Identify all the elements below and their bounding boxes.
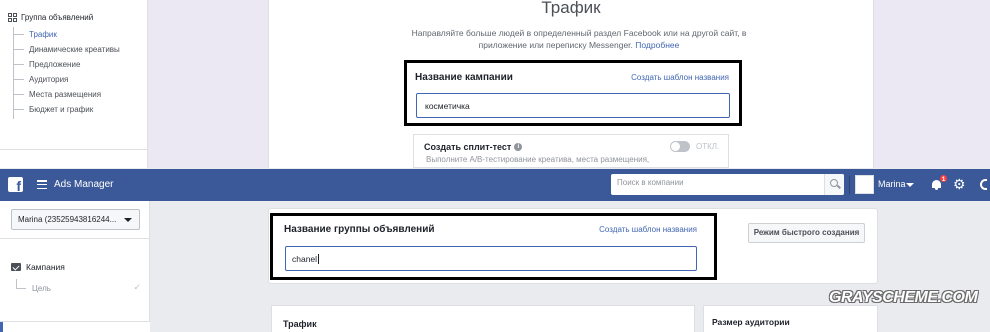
menu-icon[interactable] [37,180,47,189]
tree-item-campaign[interactable]: Кампания [11,262,65,272]
app-title: Ads Manager [54,179,114,190]
campaign-name-section: Название кампании Создать шаблон названи… [404,60,742,126]
sidebar-divider [0,149,148,150]
account-selector[interactable]: Marina (23525943816244... [11,209,140,230]
create-name-template-link[interactable]: Создать шаблон названия [631,73,729,82]
adset-group-title: Группа объявлений [21,13,94,22]
traffic-section-title: Трафик [283,319,317,329]
facebook-logo-icon[interactable]: f [8,177,23,193]
split-test-toggle[interactable] [670,141,690,152]
avatar[interactable] [855,175,874,194]
audience-size-section: Размер аудитории [703,305,878,332]
help-icon[interactable] [980,179,987,190]
adset-grid-icon [8,13,17,22]
company-search [611,174,844,195]
sidebar-divider [0,238,150,239]
notification-badge: 1 [939,174,948,183]
sidebar-item-offer[interactable]: Предложение [13,57,143,72]
objective-title: Трафик [541,0,601,17]
create-name-template-link[interactable]: Создать шаблон названия [599,225,697,234]
sidebar-item-audience[interactable]: Аудитория [13,72,143,87]
adset-sidebar: Группа объявлений Трафик Динамические кр… [0,0,148,168]
adset-name-label: Название группы объявлений [284,224,435,235]
split-test-description: Выполните A/B-тестирование креатива, мес… [426,155,650,164]
objective-description: Направляйте больше людей в определенный … [409,27,749,51]
split-test-section: Создать сплит-тест i Выполните A/B-тести… [413,134,729,168]
split-test-toggle-state: ОТКЛ. [696,142,720,151]
adset-group-heading[interactable]: Группа объявлений [8,13,93,22]
chevron-down-icon[interactable] [906,183,914,187]
objective-description-text: Направляйте больше людей в определенный … [411,28,747,50]
campaign-tree-sidebar: Marina (23525943816244... Кампания Цель … [0,201,150,332]
user-name[interactable]: Marina [878,179,906,189]
split-test-heading: Создать сплит-тест i [424,142,523,152]
sidebar-item-dynamic-creatives[interactable]: Динамические креативы [13,42,143,57]
adset-name-value: chanel [292,254,320,264]
audience-size-title: Размер аудитории [712,317,790,327]
tree-item-campaign-label: Кампания [26,262,65,272]
adset-name-section: Название группы объявлений Создать шабло… [270,213,717,280]
search-icon[interactable] [824,174,844,195]
campaign-name-input[interactable]: косметичка [416,93,730,118]
sidebar-item-traffic[interactable]: Трафик [13,27,143,42]
quick-creation-button[interactable]: Режим быстрого создания [748,223,865,243]
gear-icon[interactable]: ⚙ [953,177,967,191]
adset-section-tree: Трафик Динамические креативы Предложение… [13,27,143,119]
learn-more-link[interactable]: Подробнее [635,40,679,50]
campaign-check-icon [11,263,21,271]
traffic-section: Трафик [271,305,695,332]
tree-item-adset[interactable] [0,321,150,332]
adset-name-input[interactable]: chanel [285,246,697,271]
tree-item-goal-label: Цель [32,284,51,293]
ads-manager-topbar: f Ads Manager Marina 1 ⚙ [0,169,990,201]
tree-line [16,279,26,289]
watermark: GRAYSCHEME.COM [829,289,978,306]
campaign-setup-screenshot: Группа объявлений Трафик Динамические кр… [0,0,990,168]
topbar-divider [849,176,850,194]
campaign-name-label: Название кампании [415,72,513,83]
search-input[interactable] [617,178,817,187]
checkmark-icon: ✓ [133,282,141,292]
info-icon[interactable]: i [514,143,523,151]
sidebar-item-placements[interactable]: Места размещения [13,87,143,102]
split-test-title: Создать сплит-тест [424,142,512,152]
tree-item-goal[interactable]: Цель ✓ [16,279,141,295]
sidebar-item-budget-schedule[interactable]: Бюджет и график [13,102,143,117]
